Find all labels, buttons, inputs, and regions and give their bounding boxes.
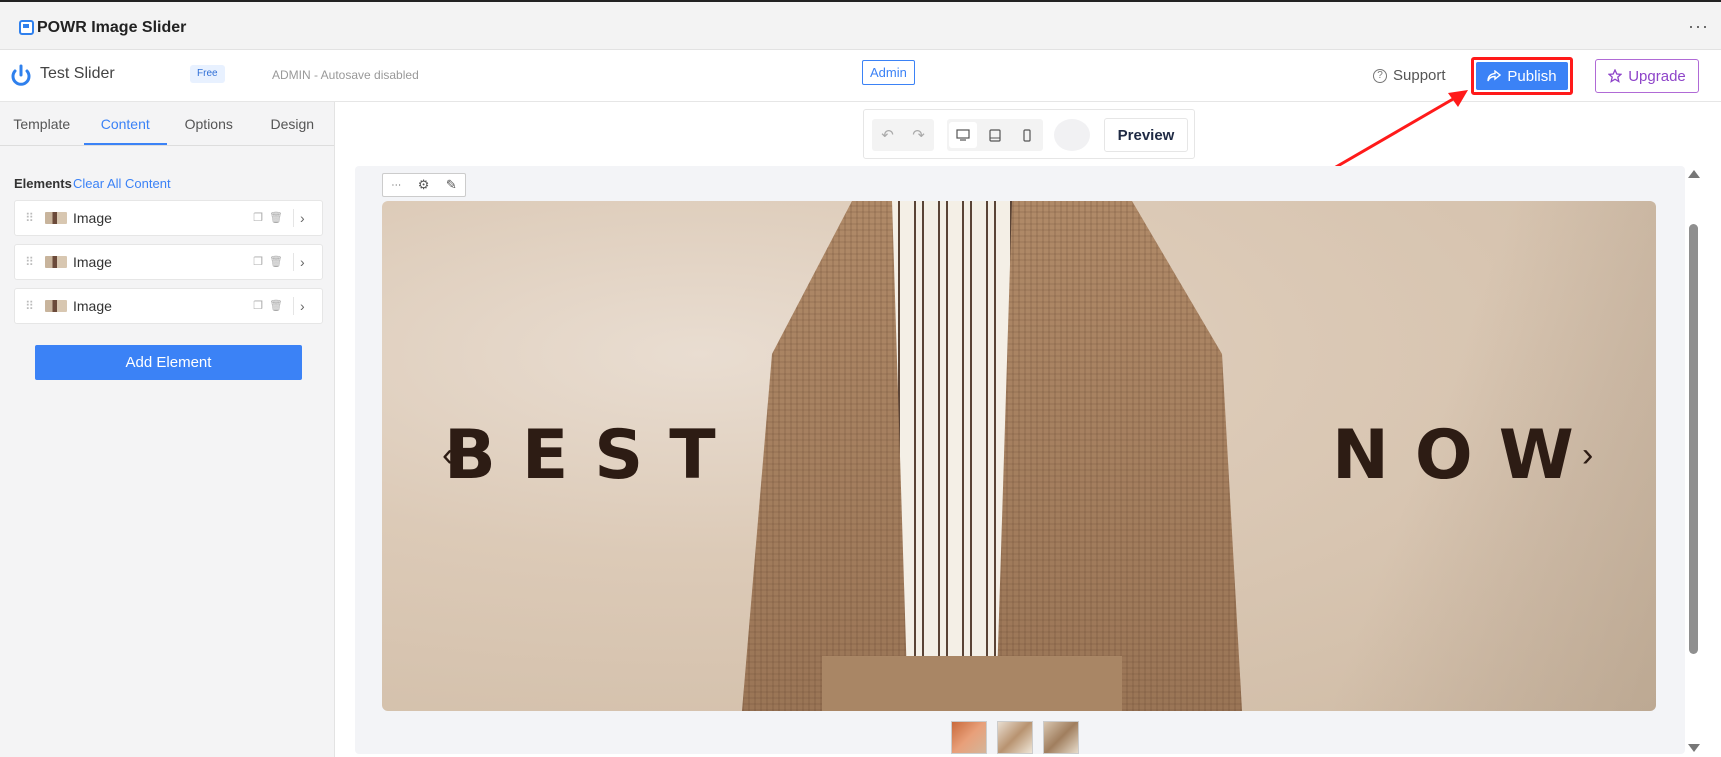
list-item[interactable]: ⠿ Image ❐ 🗑 › xyxy=(14,244,323,280)
star-icon xyxy=(1608,69,1623,83)
history-controls: ↶ ↷ xyxy=(872,119,934,151)
tab-content[interactable]: Content xyxy=(83,102,167,145)
image-thumbnail xyxy=(45,256,67,268)
chevron-right-icon[interactable]: › xyxy=(1582,436,1593,475)
chevron-left-icon[interactable]: ‹ xyxy=(442,436,453,475)
image-thumbnail xyxy=(45,300,67,312)
admin-button[interactable]: Admin xyxy=(862,60,915,85)
tab-design[interactable]: Design xyxy=(251,102,335,145)
scroll-up-icon[interactable] xyxy=(1688,170,1700,178)
trash-icon[interactable]: 🗑 xyxy=(269,211,283,225)
grid-icon[interactable]: ⋯ xyxy=(391,180,401,191)
theme-color-button[interactable] xyxy=(1054,119,1090,151)
element-label: Image xyxy=(73,254,112,270)
brush-icon[interactable]: ✎ xyxy=(446,177,457,193)
sidebar-tabs: Template Content Options Design xyxy=(0,102,334,146)
scroll-down-icon[interactable] xyxy=(1688,744,1700,752)
duplicate-icon[interactable]: ❐ xyxy=(251,255,265,269)
more-options-icon[interactable]: ··· xyxy=(1688,16,1709,37)
publish-label: Publish xyxy=(1507,67,1557,85)
trash-icon[interactable]: 🗑 xyxy=(269,299,283,313)
duplicate-icon[interactable]: ❐ xyxy=(251,299,265,313)
slide-text-left: BEST xyxy=(444,416,742,495)
image-thumbnail xyxy=(45,212,67,224)
sidebar: Template Content Options Design Elements… xyxy=(0,102,335,757)
editor-header: Test Slider Free ADMIN - Autosave disabl… xyxy=(0,50,1721,102)
chevron-right-icon[interactable]: › xyxy=(300,254,314,270)
chevron-right-icon[interactable]: › xyxy=(300,298,314,314)
title-bar: POWR Image Slider ··· xyxy=(0,0,1721,50)
slider-mini-toolbar: ⋯ ⚙ ✎ xyxy=(382,173,466,197)
trash-icon[interactable]: 🗑 xyxy=(269,255,283,269)
list-item[interactable]: ⠿ Image ❐ 🗑 › xyxy=(14,200,323,236)
desktop-view-button[interactable] xyxy=(949,122,977,148)
support-link[interactable]: ? Support xyxy=(1373,67,1446,84)
upgrade-label: Upgrade xyxy=(1628,67,1686,85)
drag-handle-icon[interactable]: ⠿ xyxy=(19,255,39,269)
tablet-icon xyxy=(989,128,1001,142)
share-icon xyxy=(1487,70,1502,82)
model-trousers xyxy=(822,656,1122,711)
thumbnail-3[interactable] xyxy=(1043,721,1079,754)
divider xyxy=(293,253,294,271)
clear-all-content-link[interactable]: Clear All Content xyxy=(73,176,171,191)
app-title: POWR Image Slider xyxy=(37,19,187,36)
chevron-right-icon[interactable]: › xyxy=(300,210,314,226)
thumbnail-2[interactable] xyxy=(997,721,1033,754)
preview-button[interactable]: Preview xyxy=(1104,118,1188,152)
powr-logo-icon xyxy=(11,64,31,86)
preview-toolbar: ↶ ↷ Preview xyxy=(863,109,1195,159)
drag-handle-icon[interactable]: ⠿ xyxy=(19,299,39,313)
slider-thumbnails xyxy=(951,721,1079,754)
autosave-status: ADMIN - Autosave disabled xyxy=(272,68,419,82)
undo-icon[interactable]: ↶ xyxy=(881,126,894,144)
redo-icon[interactable]: ↷ xyxy=(912,126,925,144)
duplicate-icon[interactable]: ❐ xyxy=(251,211,265,225)
mobile-icon xyxy=(1023,128,1031,142)
thumbnail-1[interactable] xyxy=(951,721,987,754)
tab-template[interactable]: Template xyxy=(0,102,84,145)
help-icon: ? xyxy=(1373,68,1387,83)
scroll-thumb[interactable] xyxy=(1689,224,1698,654)
drag-handle-icon[interactable]: ⠿ xyxy=(19,211,39,225)
element-label: Image xyxy=(73,210,112,226)
publish-highlight: Publish xyxy=(1471,57,1573,95)
elements-heading: Elements xyxy=(14,176,72,191)
slide-text-right: NOW xyxy=(1332,416,1600,495)
support-label: Support xyxy=(1393,67,1446,84)
divider xyxy=(293,297,294,315)
gear-icon[interactable]: ⚙ xyxy=(418,177,430,193)
divider xyxy=(293,209,294,227)
list-item[interactable]: ⠿ Image ❐ 🗑 › xyxy=(14,288,323,324)
plan-badge: Free xyxy=(190,65,225,83)
tablet-view-button[interactable] xyxy=(981,122,1009,148)
widget-name[interactable]: Test Slider xyxy=(40,65,115,83)
upgrade-button[interactable]: Upgrade xyxy=(1595,59,1699,93)
add-element-button[interactable]: Add Element xyxy=(35,345,302,380)
preview-scrollbar[interactable] xyxy=(1688,170,1700,754)
tab-options[interactable]: Options xyxy=(167,102,251,145)
device-switcher xyxy=(947,119,1043,151)
app-logo-icon xyxy=(19,20,34,35)
mobile-view-button[interactable] xyxy=(1013,122,1041,148)
element-label: Image xyxy=(73,298,112,314)
slider-image[interactable]: BEST NOW ‹ › xyxy=(382,201,1656,711)
desktop-icon xyxy=(956,129,970,141)
publish-button[interactable]: Publish xyxy=(1476,62,1568,90)
